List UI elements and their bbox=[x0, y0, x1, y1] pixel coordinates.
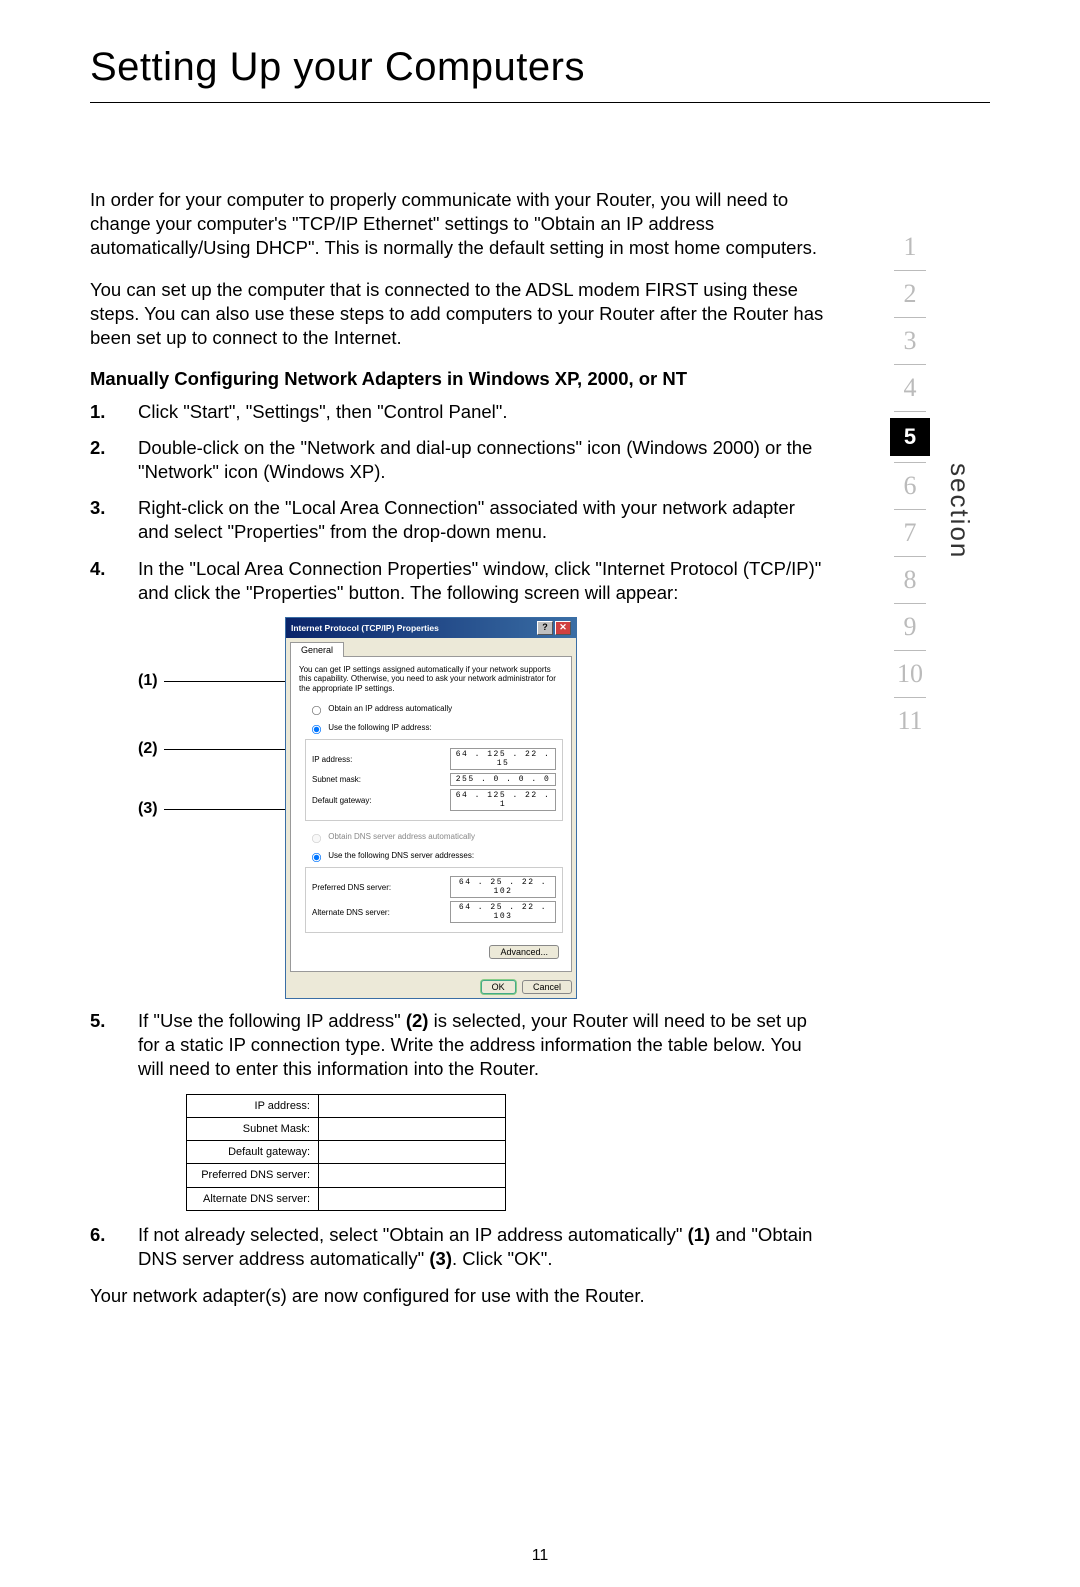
nav-8[interactable]: 8 bbox=[890, 563, 930, 597]
subheading: Manually Configuring Network Adapters in… bbox=[90, 368, 830, 390]
table-ip-value[interactable] bbox=[319, 1094, 506, 1117]
cancel-button[interactable]: Cancel bbox=[522, 980, 572, 994]
pref-dns-label: Preferred DNS server: bbox=[312, 883, 391, 892]
callout-2: (2) bbox=[138, 740, 158, 758]
intro-paragraph-2: You can set up the computer that is conn… bbox=[90, 278, 830, 350]
callout-3: (3) bbox=[138, 800, 158, 818]
table-altdns-value[interactable] bbox=[319, 1187, 506, 1210]
nav-5-active[interactable]: 5 bbox=[890, 418, 930, 456]
step-2: Double-click on the "Network and dial-up… bbox=[90, 436, 830, 484]
table-ip-label: IP address: bbox=[187, 1094, 319, 1117]
ok-button[interactable]: OK bbox=[481, 980, 516, 994]
nav-1[interactable]: 1 bbox=[890, 230, 930, 264]
table-subnet-value[interactable] bbox=[319, 1117, 506, 1140]
pref-dns-value[interactable]: 64 . 25 . 22 . 102 bbox=[450, 876, 556, 898]
gateway-label: Default gateway: bbox=[312, 796, 372, 805]
radio-auto-ip[interactable]: Obtain an IP address automatically bbox=[305, 701, 563, 717]
subnet-label: Subnet mask: bbox=[312, 775, 361, 784]
radio-auto-dns: Obtain DNS server address automatically bbox=[305, 829, 563, 845]
radio-manual-ip[interactable]: Use the following IP address: bbox=[305, 720, 563, 736]
step-6: If not already selected, select "Obtain … bbox=[90, 1223, 830, 1271]
page-number: 11 bbox=[0, 1547, 1080, 1565]
alt-dns-label: Alternate DNS server: bbox=[312, 908, 390, 917]
nav-10[interactable]: 10 bbox=[890, 657, 930, 691]
table-altdns-label: Alternate DNS server: bbox=[187, 1187, 319, 1210]
ip-label: IP address: bbox=[312, 755, 352, 764]
table-gateway-label: Default gateway: bbox=[187, 1141, 319, 1164]
tcpip-dialog: Internet Protocol (TCP/IP) Properties ? … bbox=[285, 617, 577, 1000]
close-icon[interactable]: ✕ bbox=[555, 621, 571, 635]
callout-1: (1) bbox=[138, 672, 158, 690]
step-5: If "Use the following IP address" (2) is… bbox=[90, 1009, 830, 1211]
intro-paragraph-1: In order for your computer to properly c… bbox=[90, 188, 830, 260]
step-3: Right-click on the "Local Area Connectio… bbox=[90, 496, 830, 544]
dialog-titlebar: Internet Protocol (TCP/IP) Properties ? … bbox=[286, 618, 576, 638]
nav-9[interactable]: 9 bbox=[890, 610, 930, 644]
tab-general[interactable]: General bbox=[290, 642, 344, 657]
alt-dns-value[interactable]: 64 . 25 . 22 . 103 bbox=[450, 901, 556, 923]
table-prefdns-value[interactable] bbox=[319, 1164, 506, 1187]
subnet-value[interactable]: 255 . 0 . 0 . 0 bbox=[450, 773, 556, 786]
step-4: In the "Local Area Connection Properties… bbox=[90, 557, 830, 605]
advanced-button[interactable]: Advanced... bbox=[489, 945, 559, 959]
nav-3[interactable]: 3 bbox=[890, 324, 930, 358]
table-prefdns-label: Preferred DNS server: bbox=[187, 1164, 319, 1187]
section-label: section bbox=[944, 463, 975, 559]
table-subnet-label: Subnet Mask: bbox=[187, 1117, 319, 1140]
page-title: Setting Up your Computers bbox=[90, 45, 990, 103]
nav-2[interactable]: 2 bbox=[890, 277, 930, 311]
section-nav: 1 2 3 4 5 6 7 8 9 10 11 bbox=[890, 230, 930, 738]
nav-6[interactable]: 6 bbox=[890, 469, 930, 503]
help-icon[interactable]: ? bbox=[537, 621, 553, 635]
gateway-value[interactable]: 64 . 125 . 22 . 1 bbox=[450, 789, 556, 811]
nav-4[interactable]: 4 bbox=[890, 371, 930, 405]
dialog-title: Internet Protocol (TCP/IP) Properties bbox=[291, 623, 439, 633]
dialog-description: You can get IP settings assigned automat… bbox=[299, 665, 563, 694]
step-1: Click "Start", "Settings", then "Control… bbox=[90, 400, 830, 424]
closing-text: Your network adapter(s) are now configur… bbox=[90, 1285, 830, 1307]
table-gateway-value[interactable] bbox=[319, 1141, 506, 1164]
nav-11[interactable]: 11 bbox=[890, 704, 930, 738]
radio-manual-dns[interactable]: Use the following DNS server addresses: bbox=[305, 848, 563, 864]
nav-7[interactable]: 7 bbox=[890, 516, 930, 550]
ip-value[interactable]: 64 . 125 . 22 . 15 bbox=[450, 748, 556, 770]
address-table: IP address: Subnet Mask: Default gateway… bbox=[186, 1094, 506, 1211]
